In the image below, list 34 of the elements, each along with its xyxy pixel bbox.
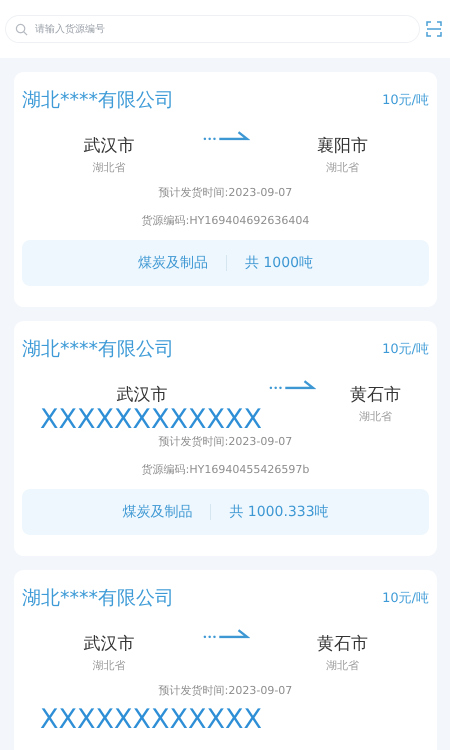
cargo-card[interactable]: 湖北****有限公司 10元/吨 武汉市 湖北省 黄石市 湖北省 预计发货时间:2023-09-07 XXXXXXXXXXXX bbox=[14, 570, 437, 750]
search-icon bbox=[15, 23, 28, 36]
overlay-text: XXXXXXXXXXXX bbox=[40, 406, 262, 433]
freight-price: 10元/吨 bbox=[382, 92, 429, 109]
ship-time: 预计发货时间:2023-09-07 bbox=[158, 683, 294, 698]
cargo-code: 货源编码:HY16940455426597b bbox=[140, 462, 310, 477]
origin-city: 武汉市 bbox=[83, 135, 134, 157]
ship-time: 预计发货时间:2023-09-07 bbox=[158, 185, 294, 200]
destination-province: 湖北省 bbox=[326, 160, 359, 175]
freight-price: 10元/吨 bbox=[382, 590, 429, 607]
destination-city: 黄石市 bbox=[350, 384, 401, 406]
company-name: 湖北****有限公司 bbox=[22, 337, 174, 362]
cargo-code: 货源编码:HY169404692636404 bbox=[140, 213, 310, 228]
cargo-category: 煤炭及制品 bbox=[138, 254, 208, 272]
destination-province: 湖北省 bbox=[326, 658, 359, 673]
ship-time: 预计发货时间:2023-09-07 bbox=[158, 434, 294, 449]
company-name: 湖北****有限公司 bbox=[22, 88, 174, 113]
destination-city: 襄阳市 bbox=[316, 135, 368, 157]
cargo-total: 共 1000吨 bbox=[244, 254, 314, 272]
origin-city: 武汉市 bbox=[116, 384, 168, 406]
cargo-total: 共 1000.333吨 bbox=[229, 503, 329, 521]
cargo-card[interactable]: 湖北****有限公司 10元/吨 武汉市 湖北省 襄阳市 湖北省 预计发货时间:2023-09-07 货源编码:HY169404692636404 煤炭及制品 共 1000吨 bbox=[14, 72, 437, 307]
cargo-card[interactable]: 湖北****有限公司 10元/吨 武汉市 XXXXXXXXXXXX 黄石市 湖北省 预计发货时间:2023-09-07 货源编码:HY16940455426597b 煤炭及制品 共 1000.333吨 bbox=[14, 321, 437, 556]
origin-city: 武汉市 bbox=[83, 633, 134, 655]
origin-province: 湖北省 bbox=[92, 160, 126, 175]
destination-province: 湖北省 bbox=[358, 409, 392, 424]
overlay-text: XXXXXXXXXXXX bbox=[40, 704, 262, 735]
destination-city: 黄石市 bbox=[316, 633, 368, 655]
freight-price: 10元/吨 bbox=[382, 341, 429, 358]
cargo-category: 煤炭及制品 bbox=[122, 503, 192, 521]
company-name: 湖北****有限公司 bbox=[22, 586, 174, 611]
origin-province: 湖北省 bbox=[92, 658, 126, 673]
scan-icon[interactable] bbox=[426, 21, 442, 37]
search-field[interactable]: 请输入货源编号 bbox=[5, 15, 420, 43]
